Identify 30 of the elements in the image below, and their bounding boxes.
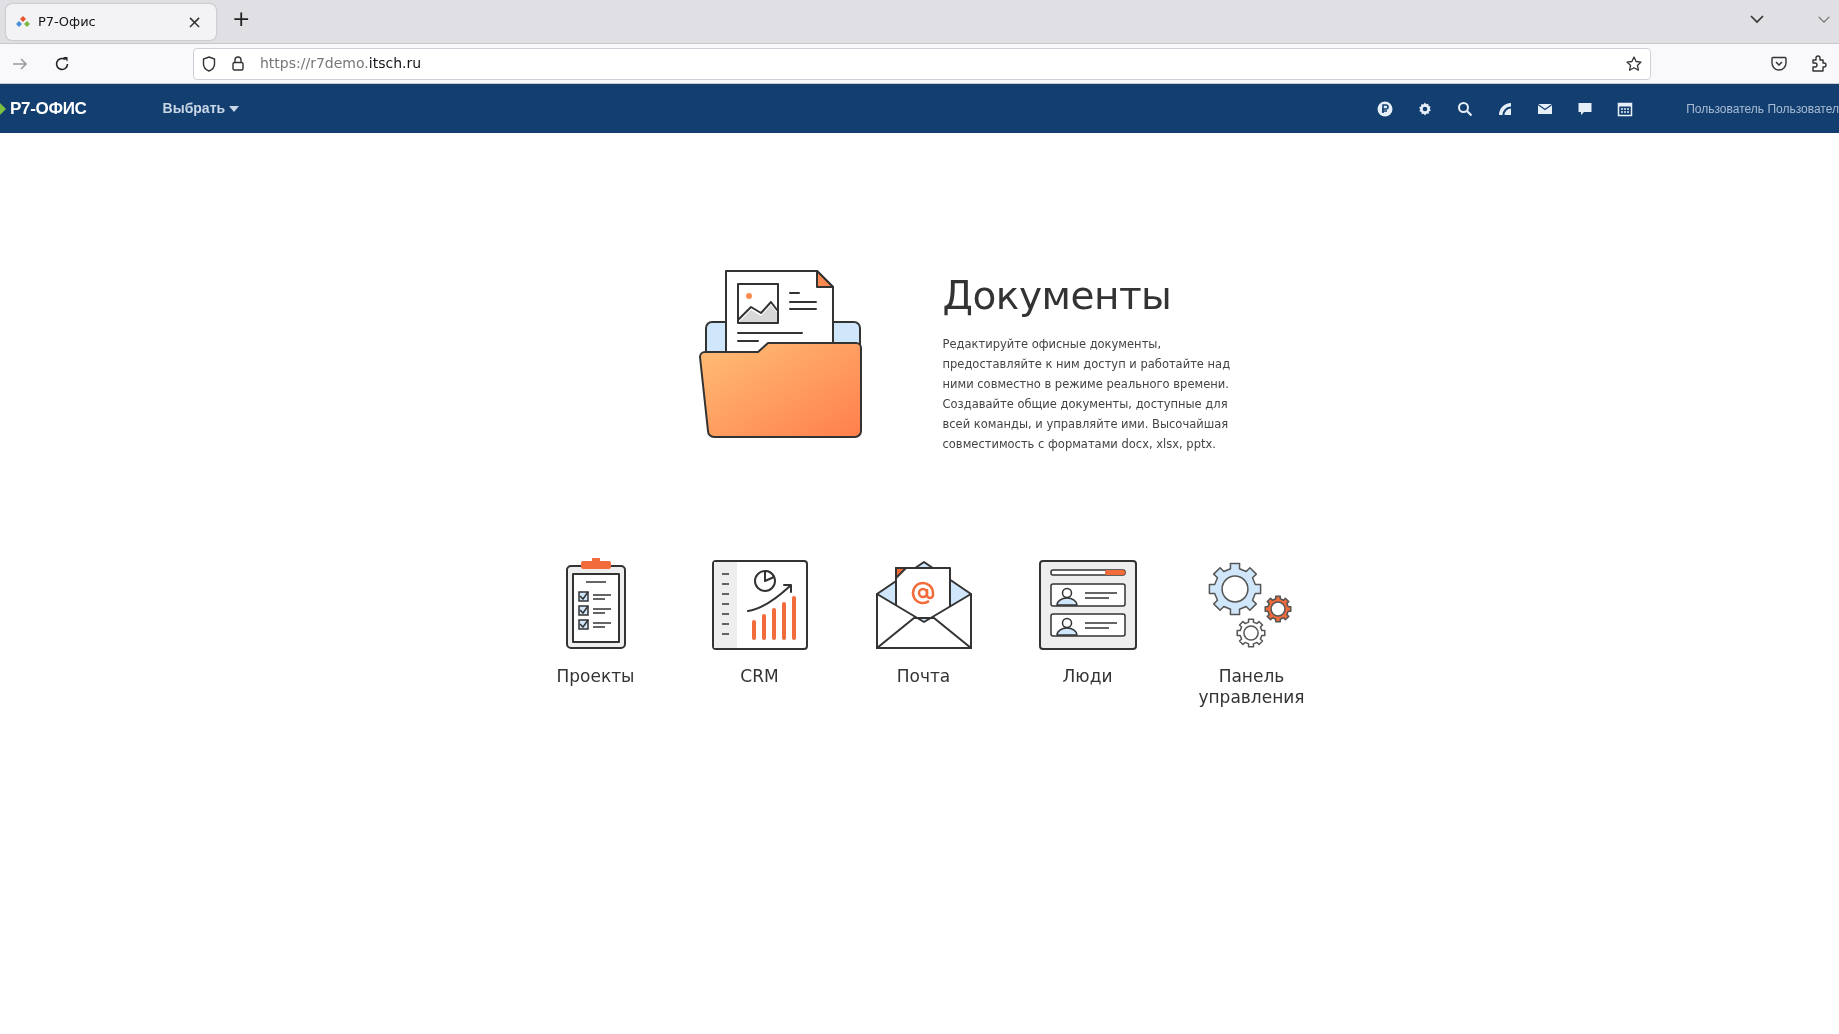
module-link[interactable]: Люди <box>1005 557 1170 708</box>
hero-description: Редактируйте офисные документы, предоставляйте к ним доступ и работайте над ними совместно в режиме реального времени. Создавайте общие документы, доступные для всей команды, и управляйте ими. Высочайшая совместимость с форматами docx, xlsx, pptx. <box>942 335 1232 453</box>
tab-title: Р7-Офис <box>38 13 97 32</box>
clipboard-icon <box>563 557 628 650</box>
caret-icon <box>229 105 240 112</box>
close-button[interactable]: × <box>182 13 206 31</box>
select-menu[interactable]: Выбрать <box>156 97 246 120</box>
contact-cards-icon <box>1038 559 1137 650</box>
url-text: https://r7demo.itsch.ru <box>260 54 423 73</box>
module-link[interactable]: CRM <box>677 557 842 708</box>
logo-icon <box>0 102 6 115</box>
address-field[interactable]: https://r7demo.itsch.ru <box>193 47 1651 80</box>
pocket-icon[interactable] <box>1771 56 1787 71</box>
lock-icon[interactable] <box>232 56 244 71</box>
logo-text[interactable]: Р7-ОФИС <box>10 95 87 122</box>
puzzle-icon[interactable] <box>1811 55 1827 72</box>
user-name[interactable]: Пользователь Пользовател <box>1686 99 1839 118</box>
module-link[interactable]: Панель управления <box>1169 557 1334 708</box>
chevron-down-icon[interactable] <box>1749 14 1765 24</box>
star-icon[interactable] <box>1626 55 1642 72</box>
chart-report-icon <box>711 559 808 650</box>
shield-icon[interactable] <box>202 55 216 72</box>
module-link[interactable]: Почта <box>841 557 1006 708</box>
back-arrow-icon[interactable] <box>12 56 28 71</box>
hero-title: Документы <box>942 273 1173 320</box>
module-link[interactable]: Проекты <box>513 557 678 708</box>
browser-tab[interactable]: Р7-Офис × <box>6 4 216 40</box>
reload-icon[interactable] <box>54 55 70 72</box>
logo-icon <box>16 16 30 28</box>
new-tab-button[interactable]: + <box>226 8 257 30</box>
